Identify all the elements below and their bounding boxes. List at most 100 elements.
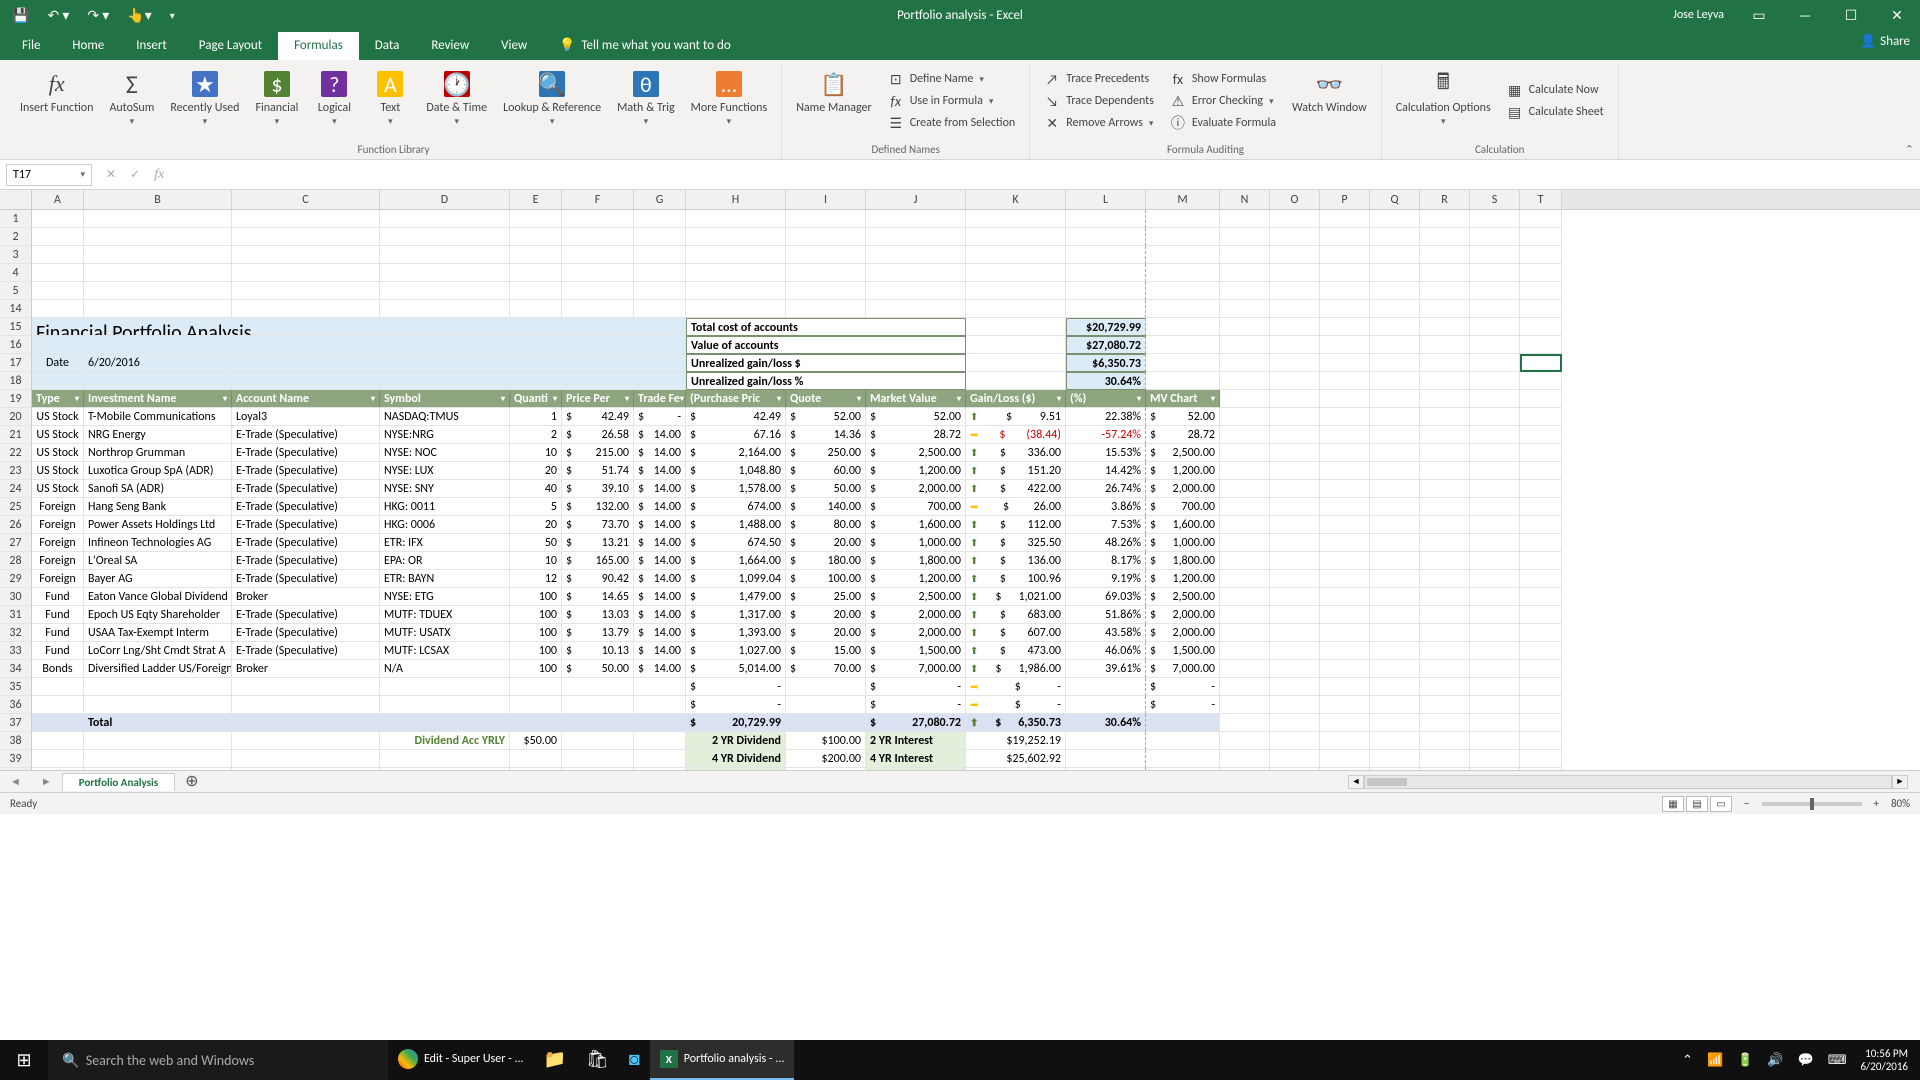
col-hdr-8[interactable]: Quote▾ bbox=[786, 390, 866, 408]
cell[interactable] bbox=[1420, 300, 1470, 318]
cell[interactable] bbox=[1270, 444, 1320, 462]
cell[interactable] bbox=[1370, 318, 1420, 336]
cell[interactable]: LoCorr Lng/Sht Cmdt Strat A bbox=[84, 642, 232, 660]
evaluate-formula-button[interactable]: ⓘEvaluate Formula bbox=[1164, 113, 1282, 133]
cell[interactable]: E-Trade (Speculative) bbox=[232, 624, 380, 642]
cell[interactable] bbox=[1420, 714, 1470, 732]
save-icon[interactable]: 💾 bbox=[12, 7, 29, 24]
cell[interactable]: Infineon Technologies AG bbox=[84, 534, 232, 552]
cell[interactable] bbox=[1270, 498, 1320, 516]
cell[interactable] bbox=[1370, 678, 1420, 696]
row-header[interactable]: 37 bbox=[0, 714, 32, 732]
taskbar-excel[interactable]: XPortfolio analysis - ... bbox=[650, 1040, 795, 1080]
cell[interactable] bbox=[1420, 732, 1470, 750]
cell[interactable] bbox=[634, 246, 686, 264]
tab-home[interactable]: Home bbox=[56, 32, 120, 60]
cell[interactable] bbox=[1470, 408, 1520, 426]
cell[interactable] bbox=[1420, 570, 1470, 588]
cell[interactable] bbox=[1270, 588, 1320, 606]
cell[interactable] bbox=[232, 264, 380, 282]
cell[interactable] bbox=[1320, 372, 1370, 390]
row-header[interactable]: 21 bbox=[0, 426, 32, 444]
col-header-J[interactable]: J bbox=[866, 190, 966, 209]
cell[interactable] bbox=[32, 282, 84, 300]
cell[interactable] bbox=[1320, 336, 1370, 354]
cell[interactable] bbox=[1370, 264, 1420, 282]
minimize-icon[interactable]: — bbox=[1782, 0, 1828, 30]
cell[interactable] bbox=[1270, 516, 1320, 534]
cell[interactable] bbox=[786, 246, 866, 264]
row-header[interactable]: 27 bbox=[0, 534, 32, 552]
cell[interactable] bbox=[380, 696, 510, 714]
cell[interactable]: 12 bbox=[510, 570, 562, 588]
calculate-now-button[interactable]: ▦Calculate Now bbox=[1501, 80, 1610, 100]
cell[interactable] bbox=[510, 210, 562, 228]
cell[interactable]: Eaton Vance Global Dividend bbox=[84, 588, 232, 606]
cell[interactable]: 20 bbox=[510, 462, 562, 480]
cell[interactable]: 5 bbox=[510, 498, 562, 516]
row-header[interactable]: 31 bbox=[0, 606, 32, 624]
tab-view[interactable]: View bbox=[485, 32, 543, 60]
cell[interactable] bbox=[1220, 624, 1270, 642]
cell[interactable] bbox=[1146, 246, 1220, 264]
wifi-icon[interactable]: 📶 bbox=[1707, 1053, 1723, 1068]
cell[interactable] bbox=[1146, 264, 1220, 282]
col-header-M[interactable]: M bbox=[1146, 190, 1220, 209]
cell[interactable]: E-Trade (Speculative) bbox=[232, 444, 380, 462]
cell[interactable] bbox=[1470, 246, 1520, 264]
cell[interactable]: 100 bbox=[510, 642, 562, 660]
cell[interactable] bbox=[1420, 444, 1470, 462]
cell[interactable] bbox=[966, 282, 1066, 300]
cell[interactable] bbox=[1470, 318, 1520, 336]
close-icon[interactable]: ✕ bbox=[1874, 0, 1920, 30]
share-button[interactable]: 👤Share bbox=[1860, 34, 1910, 49]
cell[interactable] bbox=[1066, 264, 1146, 282]
cell[interactable] bbox=[1420, 426, 1470, 444]
cell[interactable] bbox=[1220, 480, 1270, 498]
cell[interactable] bbox=[562, 282, 634, 300]
cell[interactable] bbox=[1520, 300, 1562, 318]
col-header-N[interactable]: N bbox=[1220, 190, 1270, 209]
cell[interactable] bbox=[1370, 300, 1420, 318]
cell[interactable] bbox=[32, 714, 84, 732]
cell[interactable] bbox=[562, 300, 634, 318]
cell[interactable] bbox=[634, 228, 686, 246]
cell[interactable] bbox=[966, 318, 1066, 336]
cell[interactable] bbox=[1470, 696, 1520, 714]
cell[interactable] bbox=[786, 678, 866, 696]
cell[interactable] bbox=[1520, 480, 1562, 498]
cell[interactable] bbox=[634, 300, 686, 318]
cell[interactable] bbox=[966, 228, 1066, 246]
cell[interactable] bbox=[84, 246, 232, 264]
cell[interactable] bbox=[1220, 228, 1270, 246]
cell[interactable] bbox=[786, 210, 866, 228]
cell[interactable] bbox=[686, 300, 786, 318]
cell[interactable] bbox=[1320, 516, 1370, 534]
row-header[interactable]: 39 bbox=[0, 750, 32, 768]
row-header[interactable]: 24 bbox=[0, 480, 32, 498]
cell[interactable] bbox=[1370, 606, 1420, 624]
cell[interactable] bbox=[84, 282, 232, 300]
cell[interactable]: NRG Energy bbox=[84, 426, 232, 444]
cell[interactable]: E-Trade (Speculative) bbox=[232, 552, 380, 570]
cell[interactable]: Foreign bbox=[32, 498, 84, 516]
cell[interactable] bbox=[232, 696, 380, 714]
cell[interactable] bbox=[1420, 282, 1470, 300]
use-in-formula-button[interactable]: fxUse in Formula ▾ bbox=[882, 91, 1022, 111]
cell[interactable] bbox=[634, 732, 686, 750]
cell[interactable] bbox=[1146, 336, 1220, 354]
logical-button[interactable]: ?Logical▾ bbox=[308, 66, 360, 130]
cell[interactable] bbox=[1220, 570, 1270, 588]
cell[interactable] bbox=[866, 282, 966, 300]
name-box[interactable]: T17▾ bbox=[6, 164, 92, 186]
cell[interactable] bbox=[634, 750, 686, 768]
row-header[interactable]: 23 bbox=[0, 462, 32, 480]
cell[interactable] bbox=[1370, 246, 1420, 264]
cell[interactable] bbox=[1270, 750, 1320, 768]
cell[interactable]: Fund bbox=[32, 642, 84, 660]
cell[interactable]: US Stock bbox=[32, 426, 84, 444]
row-header[interactable]: 30 bbox=[0, 588, 32, 606]
cell[interactable] bbox=[1420, 390, 1470, 408]
col-header-G[interactable]: G bbox=[634, 190, 686, 209]
cell[interactable] bbox=[562, 264, 634, 282]
